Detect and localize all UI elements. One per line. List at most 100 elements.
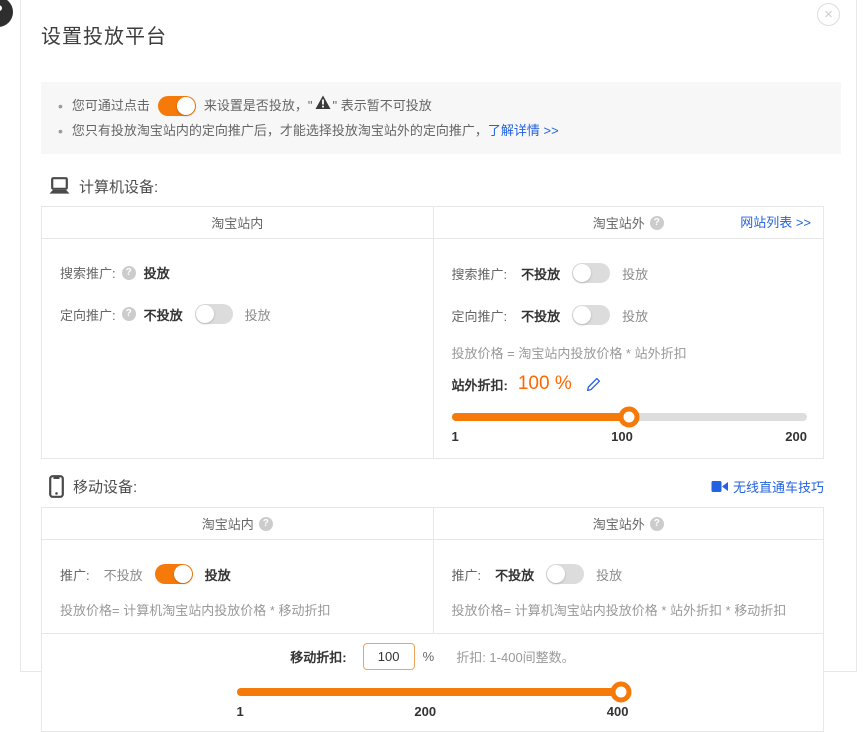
computer-section-header: 计算机设备: (49, 176, 824, 197)
promo-row: 推广: 不投放 投放 (452, 564, 808, 584)
mobile-table: 淘宝站内 ? 淘宝站外 ? 推广: 不投放 投放 投放价格= 计算机淘宝站内投放… (41, 507, 824, 732)
state-label: 投放 (622, 306, 648, 325)
slider-fill (237, 688, 629, 696)
wireless-tips-link[interactable]: 无线直通车技巧 (711, 477, 824, 496)
help-icon[interactable]: ? (650, 517, 664, 531)
row-label: 搜索推广: (60, 263, 116, 282)
promo-row: 推广: 不投放 投放 (60, 564, 417, 584)
state-label: 投放 (622, 264, 648, 283)
toggle-knob (174, 565, 192, 583)
notice-line-1: • 您可通过点击 来设置是否投放，" " 表示暂不可投放 (55, 93, 825, 119)
row-label: 推广: (452, 565, 482, 584)
percent-unit: % (423, 649, 435, 664)
mobile-table-header: 淘宝站内 ? 淘宝站外 ? (42, 508, 823, 540)
toggle-knob (573, 306, 591, 324)
notice-line-2: • 您只有投放淘宝站内的定向推广后，才能选择投放淘宝站外的定向推广， 了解详情 … (55, 121, 825, 141)
learn-more-link[interactable]: 了解详情 >> (488, 121, 559, 141)
help-icon[interactable]: ? (259, 517, 273, 531)
header-label: 淘宝站外 (593, 213, 645, 232)
computer-onsite-targeted-toggle[interactable] (195, 304, 233, 324)
mobile-offsite-promo-toggle[interactable] (546, 564, 584, 584)
mobile-section-label: 移动设备: (73, 476, 137, 497)
state-label: 不投放 (144, 305, 183, 324)
offsite-slider-scale: 1 100 200 (452, 429, 808, 444)
notice-text: " 表示暂不可投放 (333, 93, 432, 119)
computer-onsite-header: 淘宝站内 (42, 207, 433, 238)
mobile-slider-scale: 1 200 400 (237, 704, 629, 719)
computer-table-body: 搜索推广: ? 投放 定向推广: ? 不投放 投放 搜索推广: 不投放 (42, 239, 823, 458)
targeted-promo-row: 定向推广: ? 不投放 投放 (60, 304, 417, 324)
mobile-icon (49, 475, 64, 498)
offsite-discount-slider[interactable] (452, 413, 808, 421)
computer-table-header: 淘宝站内 淘宝站外 ? 网站列表 >> (42, 207, 823, 239)
mobile-discount-slider[interactable] (237, 688, 629, 696)
state-label: 投放 (205, 565, 231, 584)
scale-max: 200 (785, 429, 807, 444)
floating-help-badge[interactable]: ? (0, 0, 13, 27)
warning-icon (315, 93, 331, 119)
scale-min: 1 (237, 704, 244, 719)
help-icon[interactable]: ? (122, 307, 136, 321)
header-label: 淘宝站内 (211, 213, 263, 232)
state-label: 不投放 (521, 306, 560, 325)
state-label: 不投放 (104, 565, 143, 584)
header-label: 淘宝站外 (593, 514, 645, 533)
mobile-discount-input[interactable] (363, 643, 415, 670)
notice-text: 您只有投放淘宝站内的定向推广后，才能选择投放淘宝站外的定向推广， (72, 121, 488, 141)
scale-min: 1 (452, 429, 459, 444)
toggle-knob (177, 97, 195, 115)
state-label: 投放 (596, 565, 622, 584)
discount-hint: 折扣: 1-400间整数。 (456, 647, 574, 666)
slider-thumb[interactable] (610, 682, 631, 703)
state-label: 投放 (245, 305, 271, 324)
computer-offsite-search-toggle[interactable] (572, 263, 610, 283)
bullet-dot: • (58, 121, 63, 141)
mobile-offsite-header: 淘宝站外 ? (433, 508, 824, 539)
notice-box: • 您可通过点击 来设置是否投放，" " 表示暂不可投放 • 您只有投放淘宝站内… (41, 82, 841, 154)
mobile-table-body: 推广: 不投放 投放 投放价格= 计算机淘宝站内投放价格 * 移动折扣 推广: … (42, 540, 823, 633)
computer-offsite-header: 淘宝站外 ? 网站列表 >> (433, 207, 824, 238)
mobile-slider-wrap: 1 200 400 (237, 688, 629, 719)
close-icon[interactable]: × (817, 3, 840, 26)
page-title: 设置投放平台 (41, 20, 856, 49)
toggle-knob (547, 565, 565, 583)
slider-fill (452, 413, 630, 421)
scale-mid: 100 (611, 429, 633, 444)
search-promo-row: 搜索推广: 不投放 投放 (452, 263, 808, 283)
state-label: 投放 (144, 263, 170, 282)
site-list-link[interactable]: 网站列表 >> (740, 207, 811, 239)
mobile-offsite-price-formula: 投放价格= 计算机淘宝站内投放价格 * 站外折扣 * 移动折扣 (452, 600, 808, 619)
offsite-discount-row: 站外折扣: 100 % (452, 373, 808, 395)
discount-label: 站外折扣: (452, 375, 508, 394)
row-label: 定向推广: (60, 305, 116, 324)
mobile-onsite-price-formula: 投放价格= 计算机淘宝站内投放价格 * 移动折扣 (60, 600, 417, 619)
set-platform-dialog: × 设置投放平台 • 您可通过点击 来设置是否投放，" " 表示暂不可投放 • … (20, 0, 857, 672)
mobile-discount-section: 移动折扣: % 折扣: 1-400间整数。 1 200 400 (42, 633, 823, 731)
help-icon[interactable]: ? (650, 216, 664, 230)
computer-offsite-targeted-toggle[interactable] (572, 305, 610, 325)
bullet-dot: • (58, 93, 63, 119)
computer-table: 淘宝站内 淘宝站外 ? 网站列表 >> 搜索推广: ? 投放 定向推广: ? 不… (41, 206, 824, 459)
example-toggle[interactable] (158, 96, 196, 116)
slider-thumb[interactable] (619, 407, 640, 428)
computer-section-label: 计算机设备: (79, 176, 158, 197)
mobile-onsite-cell: 推广: 不投放 投放 投放价格= 计算机淘宝站内投放价格 * 移动折扣 (42, 540, 433, 633)
computer-offsite-cell: 搜索推广: 不投放 投放 定向推广: 不投放 投放 投放价格 = 淘宝站内投放价… (433, 239, 824, 458)
state-label: 不投放 (521, 264, 560, 283)
row-label: 搜索推广: (452, 264, 508, 283)
notice-text: 来设置是否投放，" (204, 93, 313, 119)
discount-label: 移动折扣: (290, 647, 346, 666)
mobile-onsite-promo-toggle[interactable] (155, 564, 193, 584)
video-icon (711, 480, 729, 493)
toggle-knob (573, 264, 591, 282)
mobile-discount-row: 移动折扣: % 折扣: 1-400间整数。 (42, 643, 823, 670)
computer-onsite-cell: 搜索推广: ? 投放 定向推广: ? 不投放 投放 (42, 239, 433, 458)
state-label: 不投放 (495, 565, 534, 584)
help-icon[interactable]: ? (122, 266, 136, 280)
computer-icon (49, 177, 70, 196)
search-promo-row: 搜索推广: ? 投放 (60, 263, 417, 282)
link-label: 无线直通车技巧 (733, 477, 824, 496)
edit-icon[interactable] (586, 377, 601, 392)
targeted-promo-row: 定向推广: 不投放 投放 (452, 305, 808, 325)
offsite-discount-value: 100 % (518, 373, 572, 395)
